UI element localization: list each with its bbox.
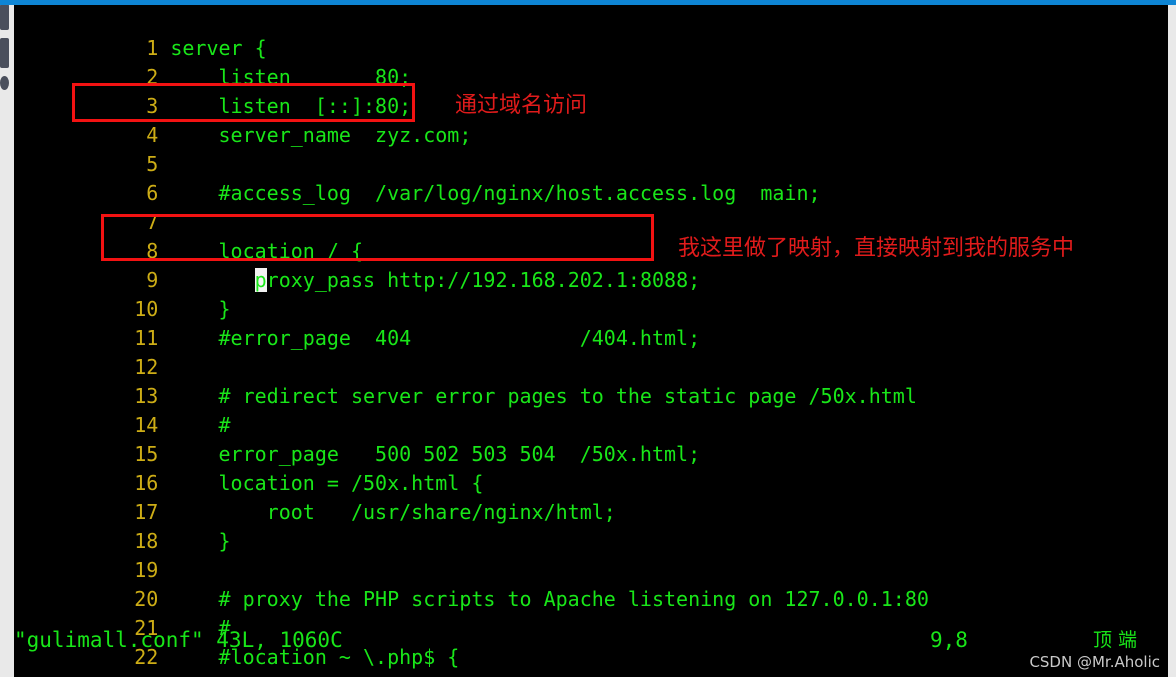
code-line[interactable]: 14 # xyxy=(14,382,1168,437)
window-left-chrome xyxy=(0,0,14,677)
code-line[interactable]: 20 # proxy the PHP scripts to Apache lis… xyxy=(14,556,1168,611)
code-line[interactable]: 3 listen [::]:80; xyxy=(14,63,1168,118)
code-line-server-name[interactable]: 4 server_name zyz.com; xyxy=(14,92,1168,147)
window-title-bar xyxy=(0,0,1176,5)
code-line[interactable]: 1 server { xyxy=(14,5,1168,60)
vim-code-area[interactable]: 1 server { 2 listen 80; 3 listen [::]:80;… xyxy=(14,5,1168,669)
code-line[interactable]: 6 #access_log /var/log/nginx/host.access… xyxy=(14,150,1168,205)
vim-status-line: "gulimall.conf" 43L, 1060C 9,8 顶 端 xyxy=(14,625,1168,655)
code-line[interactable]: 19 xyxy=(14,527,1168,582)
annotation-proxy-mapping: 我这里做了映射，直接映射到我的服务中 xyxy=(678,236,1075,261)
window-chrome-handle-middle[interactable] xyxy=(0,38,9,68)
screenshot-root: 1 server { 2 listen 80; 3 listen [::]:80;… xyxy=(0,0,1176,677)
code-line[interactable]: 12 xyxy=(14,324,1168,379)
code-line[interactable]: 15 error_page 500 502 503 504 /50x.html; xyxy=(14,411,1168,466)
window-chrome-handle-dot[interactable] xyxy=(0,76,9,90)
code-line[interactable]: 17 root /usr/share/nginx/html; xyxy=(14,469,1168,524)
code-line[interactable]: 7 xyxy=(14,179,1168,234)
status-scroll-state: 顶 端 xyxy=(1093,629,1138,651)
code-line[interactable]: 5 xyxy=(14,121,1168,176)
code-line[interactable]: 11 #error_page 404 /404.html; xyxy=(14,295,1168,350)
window-chrome-handle-top[interactable] xyxy=(0,4,9,30)
code-line[interactable]: 18 } xyxy=(14,498,1168,553)
status-filename: "gulimall.conf" 43L, 1060C xyxy=(14,628,343,652)
window-right-chrome xyxy=(1168,0,1176,677)
code-line[interactable]: 21 # xyxy=(14,585,1168,640)
status-cursor-position: 9,8 xyxy=(930,628,968,652)
code-line[interactable]: 2 listen 80; xyxy=(14,34,1168,89)
csdn-watermark: CSDN @Mr.Aholic xyxy=(1029,653,1160,671)
annotation-domain-access: 通过域名访问 xyxy=(455,93,588,118)
code-line[interactable]: 10 } xyxy=(14,266,1168,321)
code-line[interactable]: 16 location = /50x.html { xyxy=(14,440,1168,495)
terminal-viewport[interactable]: 1 server { 2 listen 80; 3 listen [::]:80;… xyxy=(14,5,1168,677)
code-line[interactable]: 13 # redirect server error pages to the … xyxy=(14,353,1168,408)
